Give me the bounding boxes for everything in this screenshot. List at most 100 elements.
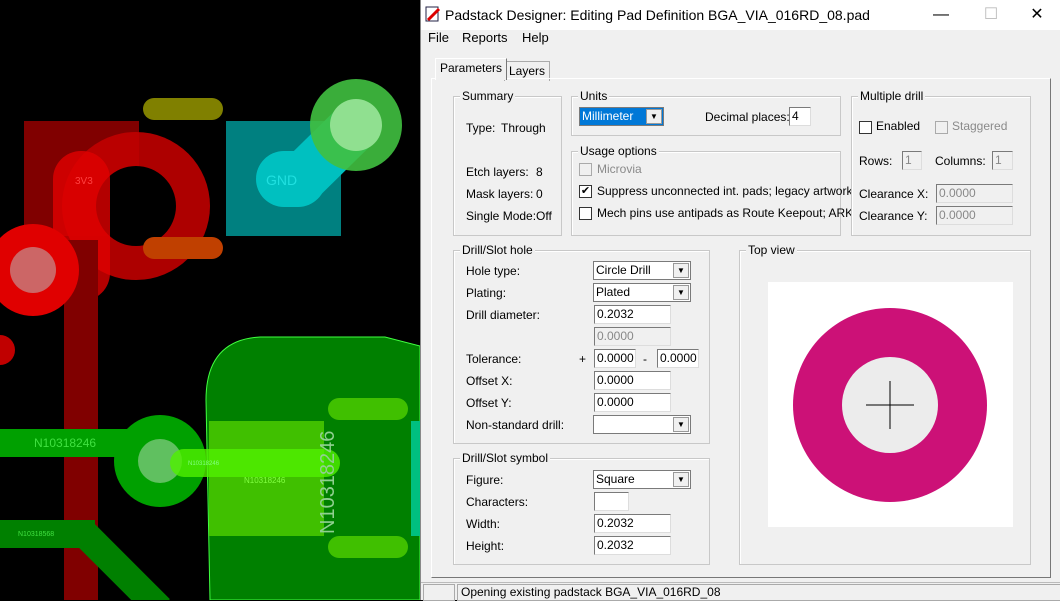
chevron-down-icon[interactable]: ▼ <box>673 285 689 300</box>
title-bar: Padstack Designer: Editing Pad Definitio… <box>421 0 1060 30</box>
staggered-checkbox[interactable] <box>935 121 948 134</box>
multiple-drill-title: Multiple drill <box>858 89 926 103</box>
units-select[interactable]: Millimeter ▼ <box>579 107 664 126</box>
app-icon <box>425 6 441 22</box>
status-cell-empty <box>423 584 455 601</box>
maximize-button[interactable]: ☐ <box>971 4 1011 26</box>
usage-title: Usage options <box>578 144 659 158</box>
mask-layers-value: 0 <box>536 187 543 201</box>
height-label: Height: <box>466 539 505 553</box>
window-title: Padstack Designer: Editing Pad Definitio… <box>445 7 870 23</box>
drill-diameter-secondary-input[interactable]: 0.0000 <box>594 327 671 346</box>
hole-type-value: Circle Drill <box>596 263 651 277</box>
top-view-title: Top view <box>746 243 797 257</box>
chevron-down-icon[interactable]: ▼ <box>646 109 662 124</box>
status-bar: Opening existing padstack BGA_VIA_016RD_… <box>421 582 1060 601</box>
usage-options-group: Usage options Microvia ✔ Suppress unconn… <box>571 144 853 236</box>
padstack-designer-window: Padstack Designer: Editing Pad Definitio… <box>420 0 1060 601</box>
etch-layers-value: 8 <box>536 165 543 179</box>
decimal-places-input[interactable]: 4 <box>789 107 811 126</box>
suppress-unconnected-checkbox[interactable]: ✔ <box>579 185 592 198</box>
pad-edge-teal <box>411 421 420 536</box>
suppress-unconnected-label: Suppress unconnected int. pads; legacy a… <box>597 184 853 198</box>
plating-label: Plating: <box>466 286 507 300</box>
single-mode-value: Off <box>536 209 552 223</box>
drill-slot-symbol-group: Drill/Slot symbol Figure: Square ▼ Charac… <box>453 451 710 565</box>
tolerance-minus-input[interactable]: 0.0000 <box>657 349 699 368</box>
tolerance-plus: + <box>579 352 587 366</box>
units-value: Millimeter <box>582 109 634 123</box>
single-mode-label: Single Mode: <box>466 209 537 223</box>
plating-select[interactable]: Plated ▼ <box>593 283 691 302</box>
net-label: N10318246 <box>34 436 96 450</box>
close-button[interactable]: ✕ <box>1017 4 1057 26</box>
figure-select[interactable]: Square ▼ <box>593 470 691 489</box>
menu-reports[interactable]: Reports <box>462 30 508 45</box>
decimal-places-label: Decimal places: <box>705 110 790 124</box>
mech-pins-checkbox[interactable] <box>579 207 592 220</box>
offset-y-label: Offset Y: <box>466 396 512 410</box>
type-label: Type: <box>466 121 496 135</box>
units-title: Units <box>578 89 610 103</box>
menu-help[interactable]: Help <box>522 30 549 45</box>
clearance-x-label: Clearance X: <box>859 187 929 201</box>
offset-y-input[interactable]: 0.0000 <box>594 393 671 412</box>
mask-layers-label: Mask layers: <box>466 187 534 201</box>
pad-red-edge <box>0 335 15 365</box>
drill-hole-title: Drill/Slot hole <box>460 243 535 257</box>
chevron-down-icon[interactable]: ▼ <box>673 417 689 432</box>
tab-parameters[interactable]: Parameters <box>435 58 508 80</box>
tolerance-minus: - <box>643 352 647 366</box>
chevron-down-icon[interactable]: ▼ <box>673 472 689 487</box>
menu-file[interactable]: File <box>428 30 449 45</box>
summary-title: Summary <box>460 89 516 103</box>
via-red-hole <box>10 247 56 293</box>
enabled-label: Enabled <box>876 119 921 133</box>
type-value: Through <box>501 121 546 135</box>
microvia-label: Microvia <box>597 162 642 176</box>
drill-symbol-title: Drill/Slot symbol <box>460 451 551 465</box>
clearance-x-input[interactable]: 0.0000 <box>936 184 1013 203</box>
multiple-drill-group: Multiple drill Enabled Staggered Rows: 1… <box>851 89 1031 236</box>
top-view-group: Top view <box>739 243 1031 565</box>
characters-label: Characters: <box>466 495 529 509</box>
height-input[interactable]: 0.2032 <box>594 536 671 555</box>
net-label-vertical: N10318246 <box>317 431 339 534</box>
mech-pins-label: Mech pins use antipads as Route Keepout;… <box>597 206 854 220</box>
width-input[interactable]: 0.2032 <box>594 514 671 533</box>
gnd-label: GND <box>266 172 297 188</box>
offset-x-label: Offset X: <box>466 374 513 388</box>
drill-slot-hole-group: Drill/Slot hole Hole type: Circle Drill ▼… <box>453 243 710 444</box>
summary-group: Summary Type: Through Etch layers: 8 Mas… <box>453 89 562 236</box>
top-view-canvas <box>768 282 1013 527</box>
chevron-down-icon[interactable]: ▼ <box>673 263 689 278</box>
plating-value: Plated <box>596 285 631 299</box>
enabled-checkbox[interactable] <box>859 121 872 134</box>
microvia-checkbox[interactable] <box>579 163 592 176</box>
clearance-y-label: Clearance Y: <box>859 209 928 223</box>
pad-green-bottom <box>328 536 408 558</box>
hole-type-label: Hole type: <box>466 264 521 278</box>
pcb-canvas[interactable]: GND N10318246 N10318246 N10318246 N10318… <box>0 0 420 600</box>
non-standard-drill-select[interactable]: ▼ <box>593 415 691 434</box>
hole-type-select[interactable]: Circle Drill ▼ <box>593 261 691 280</box>
width-label: Width: <box>466 517 501 531</box>
clearance-y-input[interactable]: 0.0000 <box>936 206 1013 225</box>
tolerance-label: Tolerance: <box>466 352 522 366</box>
columns-label: Columns: <box>935 154 986 168</box>
minimize-button[interactable]: — <box>921 4 961 26</box>
columns-input[interactable]: 1 <box>992 151 1013 170</box>
rail-label: 3V3 <box>75 176 93 187</box>
staggered-label: Staggered <box>952 119 1008 133</box>
tolerance-plus-input[interactable]: 0.0000 <box>594 349 636 368</box>
drill-diameter-label: Drill diameter: <box>466 308 541 322</box>
drill-diameter-input[interactable]: 0.2032 <box>594 305 671 324</box>
figure-value: Square <box>596 472 635 486</box>
rows-input[interactable]: 1 <box>902 151 922 170</box>
non-standard-drill-label: Non-standard drill: <box>466 418 565 432</box>
pad-olive-top <box>143 98 223 120</box>
net-label-small: N10318246 <box>244 476 286 485</box>
characters-input[interactable] <box>594 492 629 511</box>
offset-x-input[interactable]: 0.0000 <box>594 371 671 390</box>
net-label-small: N10318246 <box>188 461 220 467</box>
